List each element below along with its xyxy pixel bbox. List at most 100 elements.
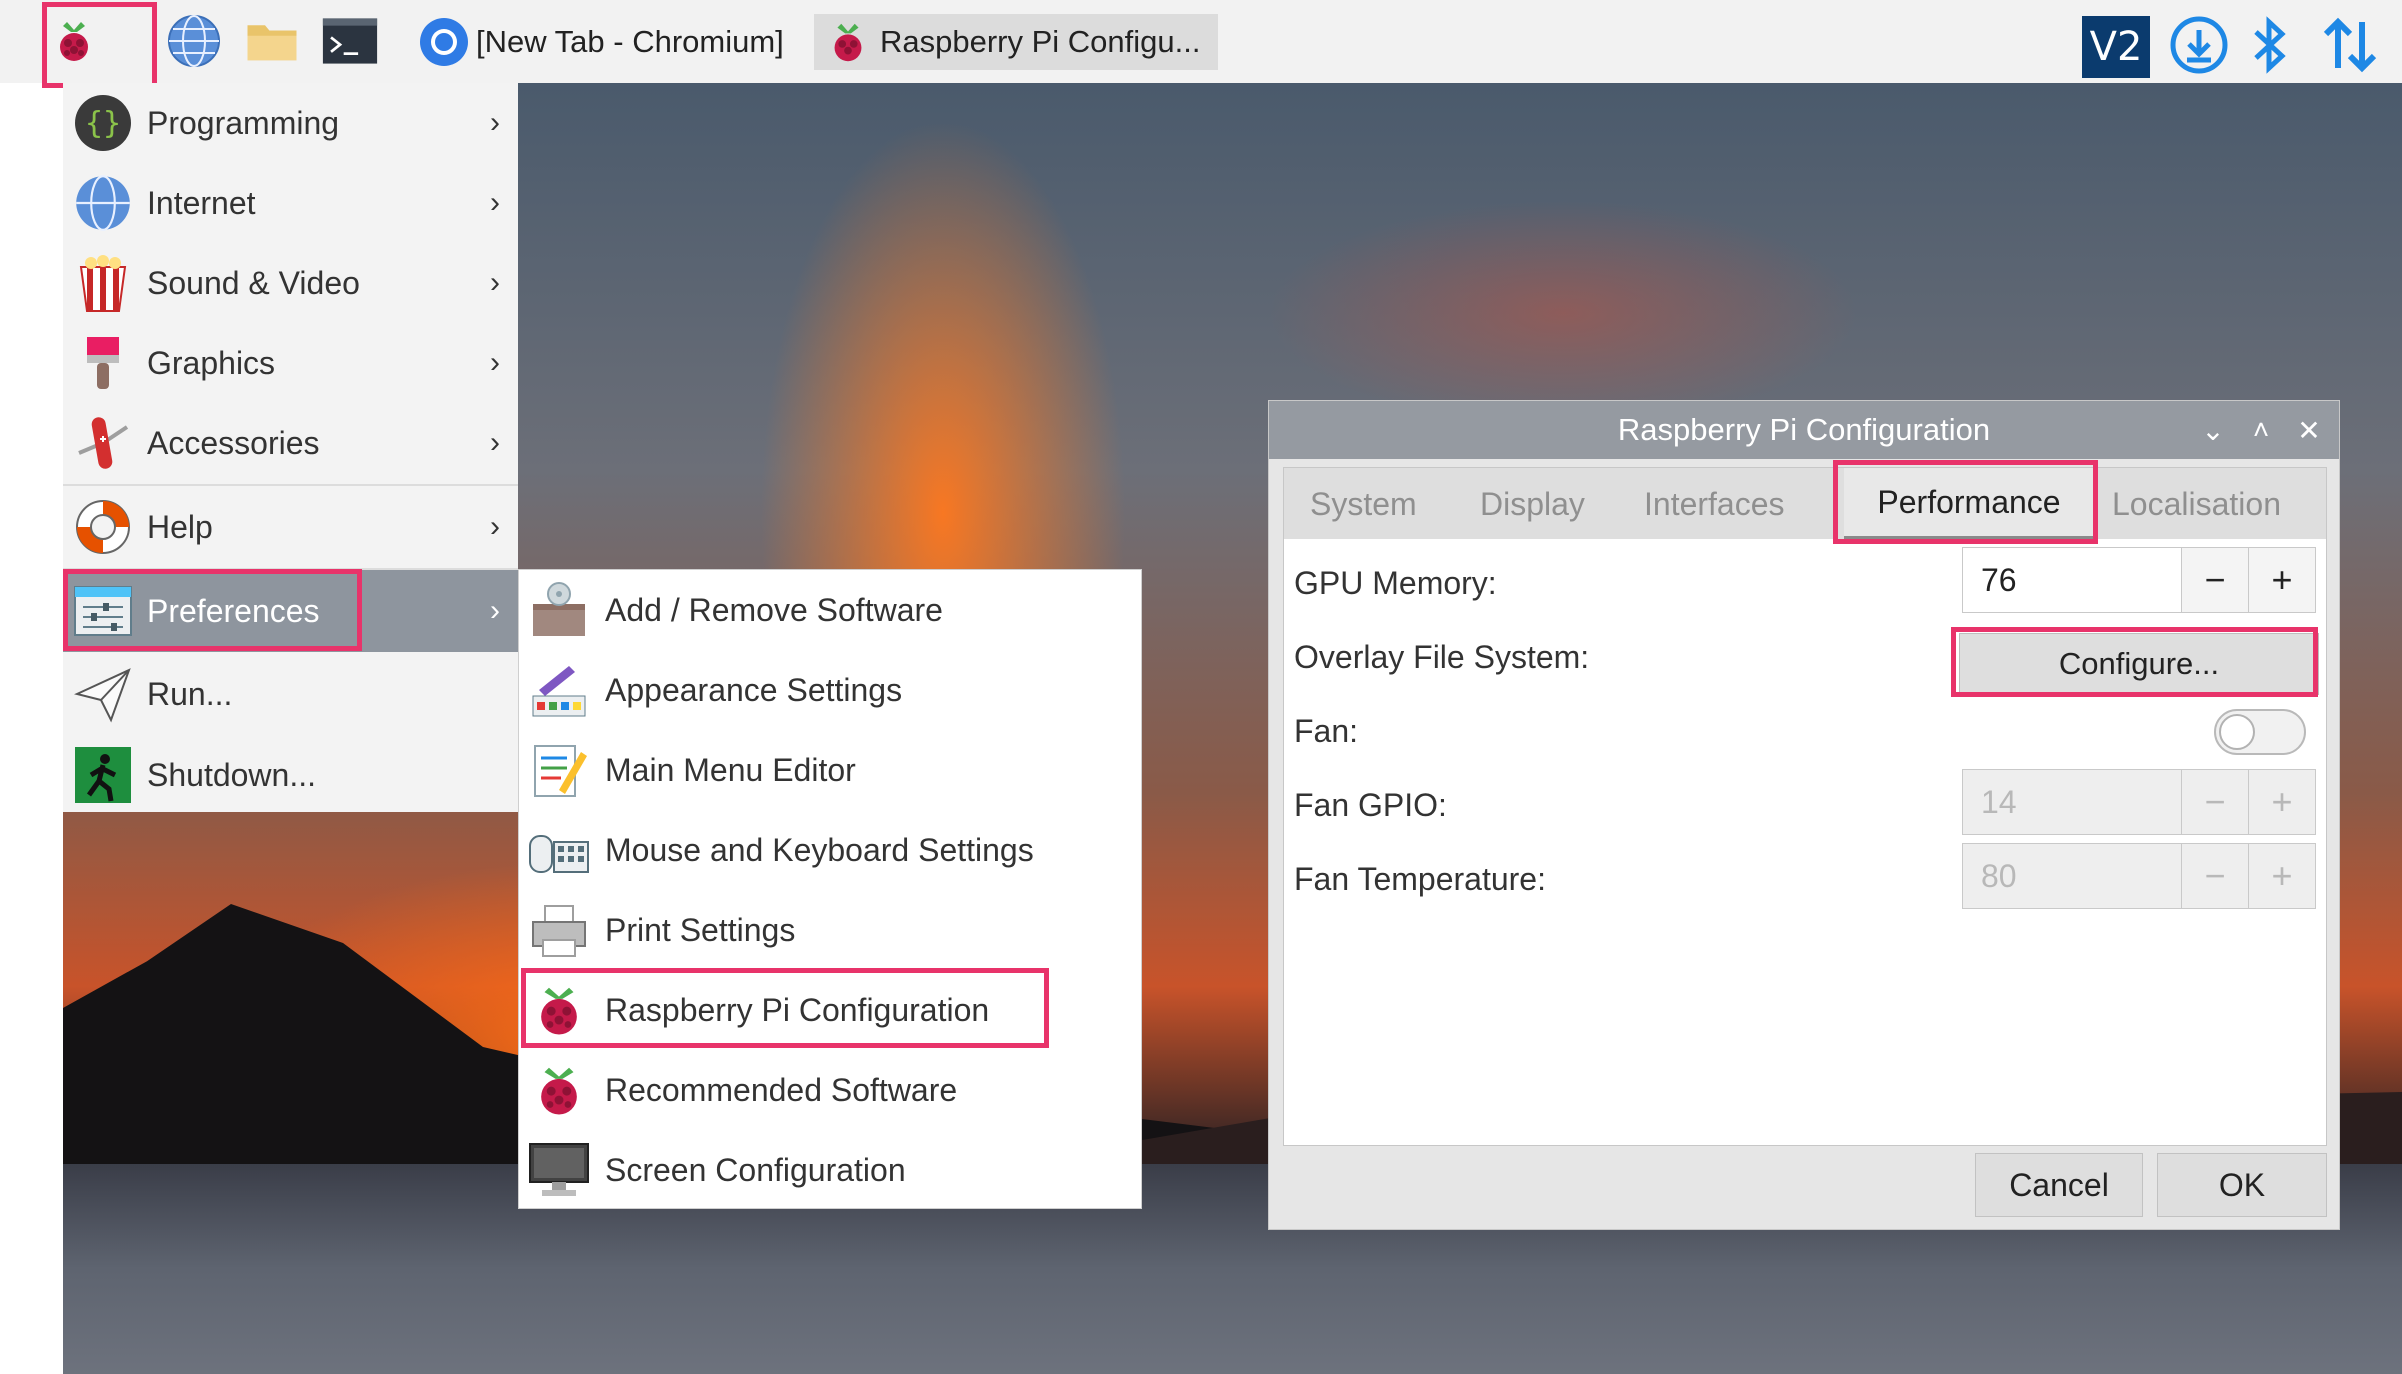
fan-toggle[interactable] <box>2214 709 2306 755</box>
exit-icon <box>71 743 135 807</box>
fan-temperature-decrement-button: − <box>2181 844 2248 908</box>
close-button[interactable]: ✕ <box>2287 401 2331 459</box>
vnc-icon: V2 <box>2082 16 2150 78</box>
keyboard-mouse-icon <box>527 818 591 882</box>
tab-interfaces[interactable]: Interfaces <box>1644 468 1794 540</box>
performance-panel: GPU Memory: 76 − + Overlay File System: … <box>1283 539 2327 1146</box>
rpi-configuration-dialog: Raspberry Pi Configuration ⌄ ˄ ✕ System … <box>1268 400 2340 1230</box>
submenu-print-settings[interactable]: Print Settings <box>519 890 1141 970</box>
tab-localisation[interactable]: Localisation <box>2112 468 2312 540</box>
network-tray-button[interactable] <box>2320 14 2380 80</box>
overlay-configure-button[interactable]: Configure... <box>1959 633 2319 695</box>
folder-icon <box>244 13 300 69</box>
fan-temperature-spinner: 80 − + <box>1962 843 2316 909</box>
menu-item-graphics[interactable]: Graphics › <box>63 323 518 403</box>
cancel-button[interactable]: Cancel <box>1975 1153 2143 1217</box>
preferences-submenu: Add / Remove Software Appearance Setting… <box>518 569 1142 1209</box>
submenu-item-label: Raspberry Pi Configuration <box>605 991 990 1028</box>
network-arrows-icon <box>2320 14 2380 81</box>
menu-item-programming[interactable]: {} Programming › <box>63 83 518 163</box>
package-icon <box>527 578 591 642</box>
gpu-memory-input[interactable]: 76 <box>1963 548 2181 612</box>
submenu-add-remove-software[interactable]: Add / Remove Software <box>519 570 1141 650</box>
submenu-item-label: Add / Remove Software <box>605 591 943 628</box>
menu-item-sound-video[interactable]: Sound & Video › <box>63 243 518 323</box>
submenu-recommended-software[interactable]: Recommended Software <box>519 1050 1141 1130</box>
menu-item-shutdown[interactable]: Shutdown... <box>63 735 518 815</box>
paintbrush-icon <box>71 331 135 395</box>
palette-icon <box>527 658 591 722</box>
submenu-main-menu-editor[interactable]: Main Menu Editor <box>519 730 1141 810</box>
submenu-appearance-settings[interactable]: Appearance Settings <box>519 650 1141 730</box>
maximize-button[interactable]: ˄ <box>2239 401 2283 459</box>
dialog-title-bar[interactable]: Raspberry Pi Configuration <box>1269 401 2339 459</box>
tab-performance[interactable]: Performance <box>1844 468 2094 540</box>
chevron-right-icon: › <box>490 594 500 627</box>
fan-temperature-input: 80 <box>1963 844 2181 908</box>
menu-editor-icon <box>527 738 591 802</box>
fan-label: Fan: <box>1294 713 1359 749</box>
submenu-item-label: Print Settings <box>605 911 796 948</box>
taskbar-chromium-task[interactable]: [New Tab - Chromium] <box>414 14 808 70</box>
raspberry-icon <box>824 17 872 67</box>
gpu-memory-increment-button[interactable]: + <box>2248 548 2315 612</box>
submenu-item-label: Main Menu Editor <box>605 751 856 788</box>
menu-item-label: Accessories <box>147 424 320 461</box>
programming-icon: {} <box>71 91 135 155</box>
submenu-item-label: Recommended Software <box>605 1071 958 1108</box>
popcorn-icon <box>71 251 135 315</box>
bluetooth-tray-button[interactable] <box>2248 14 2292 80</box>
submenu-item-label: Screen Configuration <box>605 1151 906 1188</box>
pocketknife-icon <box>71 411 135 475</box>
globe-icon <box>71 171 135 235</box>
web-browser-launcher[interactable] <box>166 8 222 74</box>
gpu-memory-decrement-button[interactable]: − <box>2181 548 2248 612</box>
menu-item-label: Help <box>147 508 213 545</box>
fan-gpio-spinner: 14 − + <box>1962 769 2316 835</box>
submenu-mouse-keyboard-settings[interactable]: Mouse and Keyboard Settings <box>519 810 1141 890</box>
chevron-right-icon: › <box>490 106 500 139</box>
menu-item-preferences[interactable]: Preferences › <box>63 570 518 652</box>
submenu-screen-configuration[interactable]: Screen Configuration <box>519 1130 1141 1210</box>
lifebuoy-icon <box>71 495 135 559</box>
minimize-button[interactable]: ⌄ <box>2191 401 2235 459</box>
menu-item-label: Graphics <box>147 344 276 381</box>
overlay-file-system-label: Overlay File System: <box>1294 639 1590 675</box>
tab-label: System <box>1310 485 1417 522</box>
menu-item-label: Run... <box>147 675 233 712</box>
dialog-title: Raspberry Pi Configuration <box>1617 412 1991 447</box>
raspberry-menu-button[interactable] <box>46 8 102 74</box>
menu-item-help[interactable]: Help › <box>63 487 518 567</box>
ok-button[interactable]: OK <box>2157 1153 2327 1217</box>
tab-label: Performance <box>1877 483 2061 520</box>
submenu-raspberry-pi-configuration[interactable]: Raspberry Pi Configuration <box>519 970 1141 1050</box>
raspberry-icon <box>527 978 591 1042</box>
main-menu: {} Programming › Internet › Sound & Vide… <box>63 83 518 812</box>
taskbar-task-label: Raspberry Pi Configu... <box>880 24 1201 59</box>
menu-item-label: Shutdown... <box>147 756 316 793</box>
tab-label: Display <box>1480 485 1585 522</box>
chevron-right-icon: › <box>490 346 500 379</box>
tab-display[interactable]: Display <box>1480 468 1590 540</box>
tab-label: Localisation <box>2112 485 2281 522</box>
terminal-launcher[interactable] <box>322 8 378 74</box>
submenu-item-label: Appearance Settings <box>605 671 903 708</box>
taskbar-rpi-config-task[interactable]: Raspberry Pi Configu... <box>814 14 1218 70</box>
tab-system[interactable]: System <box>1310 468 1420 540</box>
fan-temperature-increment-button: + <box>2248 844 2315 908</box>
toggle-knob <box>2219 714 2255 750</box>
raspberry-icon <box>46 13 102 69</box>
gpu-memory-spinner: 76 − + <box>1962 547 2316 613</box>
menu-item-internet[interactable]: Internet › <box>63 163 518 243</box>
menu-item-run[interactable]: Run... <box>63 654 518 734</box>
menu-item-label: Internet <box>147 184 256 221</box>
vnc-tray-button[interactable]: V2 <box>2082 14 2150 80</box>
updater-tray-button[interactable] <box>2168 14 2230 80</box>
file-manager-launcher[interactable] <box>244 8 300 74</box>
tab-bar: System Display Interfaces Performance Lo… <box>1283 467 2327 541</box>
chevron-down-icon: ⌄ <box>2201 414 2225 446</box>
menu-item-accessories[interactable]: Accessories › <box>63 403 518 483</box>
chevron-right-icon: › <box>490 186 500 219</box>
gpu-memory-label: GPU Memory: <box>1294 565 1497 601</box>
menu-item-label: Sound & Video <box>147 264 360 301</box>
